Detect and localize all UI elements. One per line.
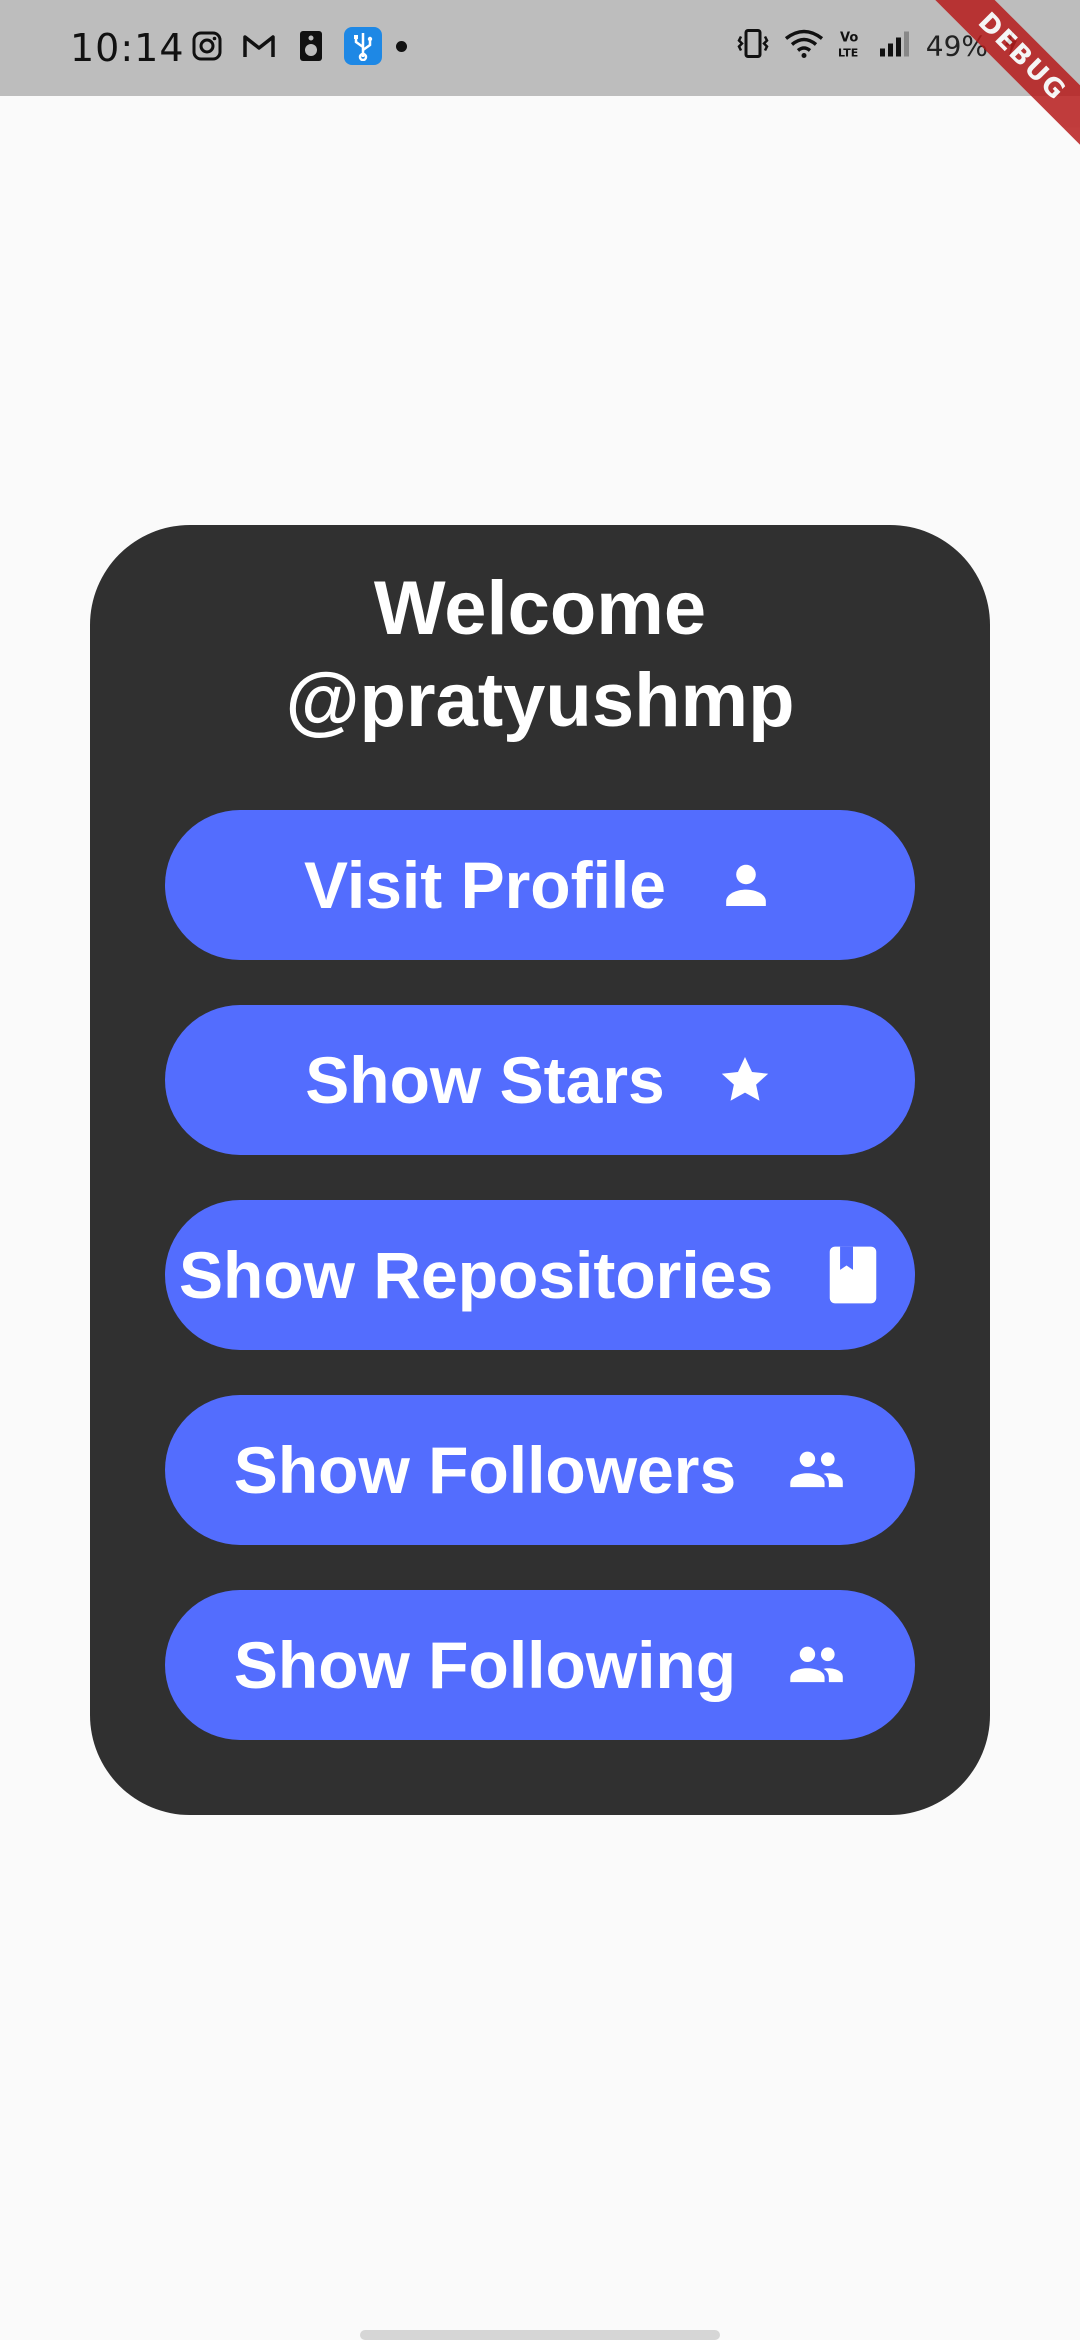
welcome-title: Welcome @pratyushmp (90, 563, 990, 747)
people-icon (786, 1440, 846, 1500)
svg-text:Vo: Vo (840, 31, 858, 46)
status-bar: 10:14 Vo LTE 49% DEBUG (0, 0, 1080, 157)
wifi-icon (784, 29, 824, 64)
button-label: Show Following (233, 1628, 737, 1702)
button-label: Show Stars (305, 1043, 665, 1117)
notification-dot (396, 40, 407, 52)
person-icon (716, 855, 776, 915)
status-time: 10:14 (70, 26, 185, 70)
status-icons-left (188, 26, 407, 66)
debug-banner: DEBUG (922, 0, 1080, 157)
vibrate-icon (736, 29, 770, 64)
show-stars-button[interactable]: Show Stars (165, 1005, 915, 1155)
usb-icon (344, 27, 382, 65)
welcome-card: Welcome @pratyushmp Visit Profile Show S… (90, 525, 990, 1815)
visit-profile-button[interactable]: Visit Profile (165, 810, 915, 960)
username: @pratyushmp (285, 658, 795, 743)
button-label: Show Repositories (179, 1238, 774, 1312)
people-icon (786, 1635, 846, 1695)
signal-icon (878, 29, 912, 64)
star-icon (715, 1050, 775, 1110)
show-following-button[interactable]: Show Following (165, 1590, 915, 1740)
volte-icon: Vo LTE (838, 28, 864, 65)
show-followers-button[interactable]: Show Followers (165, 1395, 915, 1545)
instagram-icon (188, 27, 226, 65)
speaker-icon (292, 27, 330, 65)
book-icon (823, 1245, 883, 1305)
home-indicator[interactable] (360, 2330, 720, 2340)
welcome-line: Welcome (373, 566, 707, 651)
show-repositories-button[interactable]: Show Repositories (165, 1200, 915, 1350)
svg-text:LTE: LTE (838, 47, 858, 60)
button-label: Visit Profile (304, 848, 666, 922)
button-label: Show Followers (233, 1433, 737, 1507)
gmail-icon (240, 27, 278, 65)
